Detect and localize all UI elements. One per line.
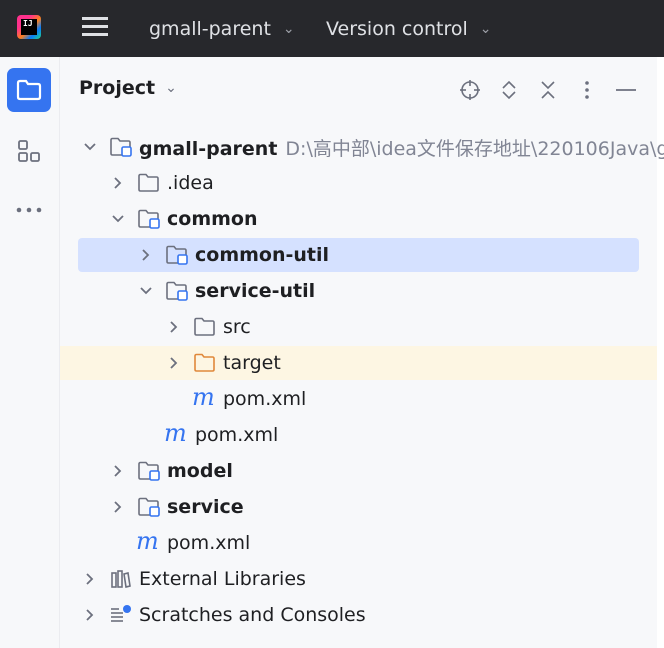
scratches-icon [109,604,133,626]
structure-icon [18,140,40,162]
tree-row[interactable]: common [60,201,664,237]
tree-row[interactable]: m pom.xml [60,417,664,453]
folder-icon [193,316,217,338]
tree-item-label: pom.xml [223,388,306,410]
chevron-down-icon[interactable] [82,139,98,155]
excluded-folder-icon [193,352,217,374]
tree-item-label: src [223,316,251,338]
vcs-label: Version control [326,17,468,40]
tree-item-name: src [223,316,251,338]
tree-item-name: pom.xml [223,388,307,410]
tree-row[interactable]: common-util [60,237,664,273]
hide-icon [616,89,636,91]
tool-window-stripe [0,57,60,648]
tree-row[interactable]: External Libraries [60,561,664,597]
tree-row[interactable]: service [60,489,664,525]
module-folder-icon [165,244,189,266]
more-tool-windows-button[interactable] [7,188,51,232]
structure-tool-button[interactable] [7,129,51,173]
project-panel: Project ⌄ gmall-parent D:\高中部\idea文件保存地址… [60,57,664,648]
title-bar: IJ gmall-parent ⌄ Version control ⌄ [0,0,664,57]
chevron-down-icon: ⌄ [282,20,295,37]
tree-row[interactable]: src [60,309,664,345]
chevron-right-icon[interactable] [166,355,182,371]
chevron-right-icon[interactable] [166,319,182,335]
tree-item-label: gmall-parent D:\高中部\idea文件保存地址\220106Java… [139,134,664,161]
chevron-right-icon[interactable] [138,247,154,263]
tree-item-label: .idea [167,172,214,194]
tree-item-label: pom.xml [167,532,250,554]
tree-row[interactable]: gmall-parent D:\高中部\idea文件保存地址\220106Java… [60,129,664,165]
options-button[interactable] [573,76,601,104]
collapse-all-button[interactable] [534,76,562,104]
tree-item-name: pom.xml [195,424,279,446]
chevron-right-icon[interactable] [82,607,98,623]
tree-item-label: pom.xml [195,424,278,446]
tree-item-label: service [167,496,244,518]
chevron-right-icon[interactable] [110,463,126,479]
locate-icon [460,80,480,100]
panel-title: Project [79,77,156,99]
tree-row[interactable]: service-util [60,273,664,309]
tree-item-label: target [223,352,281,374]
chevron-down-icon: ⌄ [165,80,177,96]
maven-file-icon: m [192,383,215,411]
tree-item-label: Scratches and Consoles [139,604,366,626]
locate-button[interactable] [456,76,484,104]
tree-row[interactable]: Scratches and Consoles [60,597,664,633]
hide-button[interactable] [612,76,640,104]
tree-item-name: model [167,460,233,482]
more-icon [16,207,42,213]
maven-file-icon: m [136,527,159,555]
tree-item-name: common-util [195,244,330,266]
tree-item-label: model [167,460,233,482]
chevron-down-icon: ⌄ [479,20,492,37]
tree-item-label: External Libraries [139,568,306,590]
module-folder-icon [137,208,161,230]
tree-row[interactable]: model [60,453,664,489]
tree-row[interactable]: m pom.xml [60,381,664,417]
tree-item-label: common [167,208,258,230]
collapse-all-icon [541,81,555,99]
tree-row[interactable]: m pom.xml [60,525,664,561]
tree-row[interactable]: target [60,345,664,381]
tree-item-label: service-util [195,280,315,302]
logo-text: IJ [21,19,37,35]
tree-item-name: .idea [167,172,214,194]
expand-all-button[interactable] [495,76,523,104]
intellij-logo-icon[interactable]: IJ [17,15,41,39]
project-tool-button[interactable] [7,68,51,112]
chevron-right-icon[interactable] [110,499,126,515]
tree-item-name: target [223,352,281,374]
project-folder-icon [16,79,42,101]
tree-item-name: Scratches and Consoles [139,604,366,626]
tree-row[interactable]: .idea [60,165,664,201]
tree-item-name: gmall-parent [139,137,278,160]
module-folder-icon [137,496,161,518]
tree-item-name: service [167,496,244,518]
tree-item-name: common [167,208,258,230]
chevron-right-icon[interactable] [82,571,98,587]
chevron-down-icon[interactable] [138,283,154,299]
chevron-right-icon[interactable] [110,175,126,191]
tree-item-name: External Libraries [139,568,306,590]
options-icon [585,81,589,99]
module-folder-icon [137,460,161,482]
vcs-selector[interactable]: Version control ⌄ [326,0,492,57]
tree-item-name: service-util [195,280,316,302]
module-path: D:\高中部\idea文件保存地址\220106Java\g [285,137,664,160]
main-menu-icon[interactable] [82,16,108,38]
tree-item-name: pom.xml [167,532,251,554]
project-selector[interactable]: gmall-parent ⌄ [149,0,295,57]
module-folder-icon [109,136,133,158]
project-view-selector[interactable]: Project ⌄ [79,77,177,99]
chevron-down-icon[interactable] [110,211,126,227]
tree-item-label: common-util [195,244,329,266]
folder-icon [137,172,161,194]
module-folder-icon [165,280,189,302]
maven-file-icon: m [164,419,187,447]
libraries-icon [109,568,133,590]
project-name: gmall-parent [149,17,271,40]
expand-all-icon [502,80,516,100]
